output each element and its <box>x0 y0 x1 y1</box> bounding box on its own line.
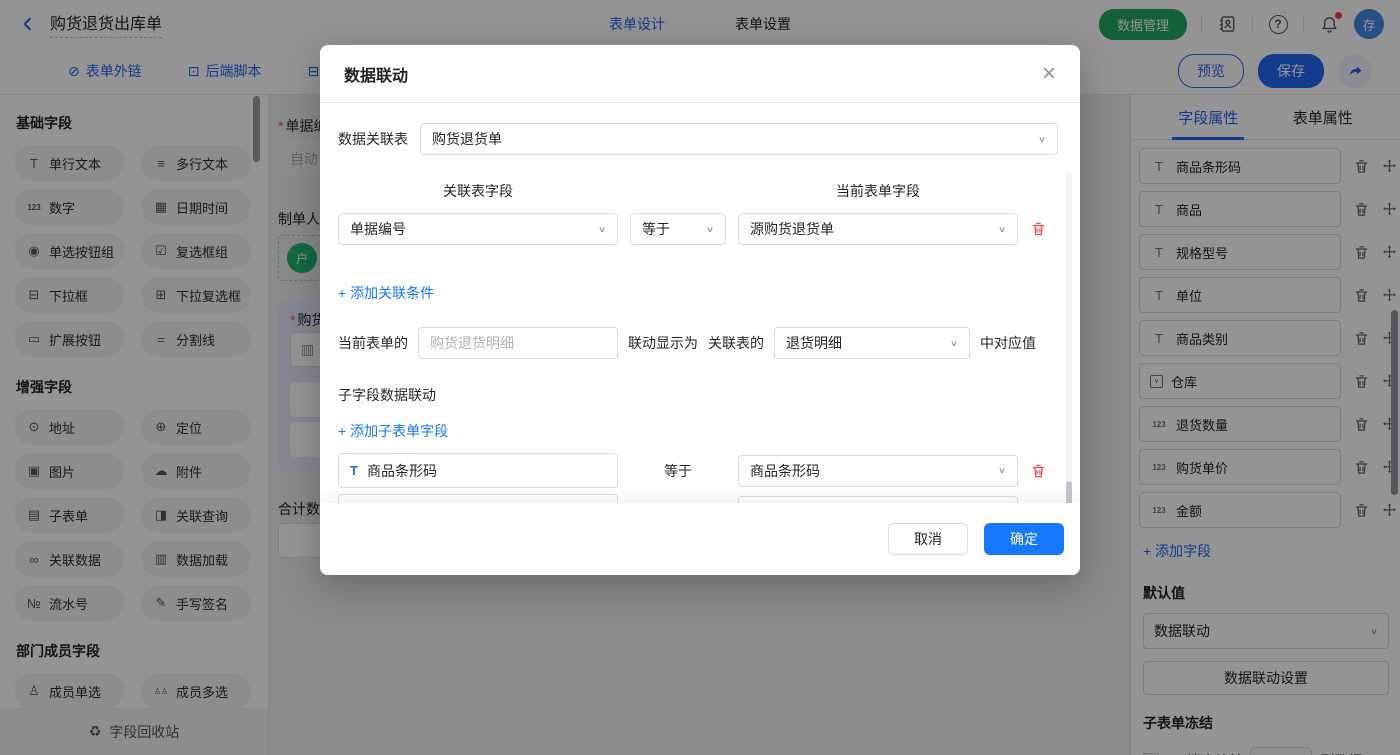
relation-table-row: 数据关联表 购货退货单 ∨ <box>338 123 1058 155</box>
chevron-down-icon: ∨ <box>1038 134 1046 144</box>
modal-body: 数据关联表 购货退货单 ∨ 关联表字段 当前表单字段 单据编号∨ 等于∨ 源购货… <box>320 103 1080 548</box>
operator-select[interactable]: 等于∨ <box>630 213 726 245</box>
chevron-down-icon: ∨ <box>598 224 606 234</box>
trash-icon[interactable] <box>1030 462 1047 480</box>
current-form-field-select[interactable]: 源购货退货单∨ <box>738 213 1018 245</box>
equals-label: 等于 <box>630 461 726 481</box>
modal-title: 数据联动 <box>344 62 408 86</box>
subfield-row: T商品条形码 等于 商品条形码∨ <box>338 453 1058 488</box>
relation-field-select[interactable]: 单据编号∨ <box>338 213 618 245</box>
relation-table-label: 数据关联表 <box>338 129 408 149</box>
subfield-linkage-title: 子字段数据联动 <box>338 385 1058 405</box>
col-header-current-form-field: 当前表单字段 <box>738 181 1018 201</box>
text-icon: T <box>350 463 358 478</box>
confirm-button[interactable]: 确定 <box>984 523 1064 555</box>
trash-icon[interactable] <box>1030 220 1047 238</box>
chevron-down-icon: ∨ <box>998 466 1006 476</box>
display-prefix: 当前表单的 <box>338 333 408 353</box>
display-suffix: 中对应值 <box>980 333 1036 353</box>
col-header-relation-field: 关联表字段 <box>338 181 618 201</box>
condition-headers: 关联表字段 当前表单字段 <box>338 181 1058 201</box>
chevron-down-icon: ∨ <box>706 224 714 234</box>
subform-name-input[interactable] <box>418 327 618 359</box>
chevron-down-icon: ∨ <box>998 224 1006 234</box>
condition-row: 单据编号∨ 等于∨ 源购货退货单∨ <box>338 213 1058 245</box>
display-prefix2: 关联表的 <box>708 333 764 353</box>
data-linkage-modal: 数据联动 × 数据关联表 购货退货单 ∨ 关联表字段 当前表单字段 单据编号∨ … <box>320 45 1080 575</box>
app-root: 购货退货出库单 表单设计 表单设置 数据管理 ? 存 ⊘ 表单外链 <box>0 0 1400 755</box>
close-icon[interactable]: × <box>1042 62 1056 86</box>
display-config-row: 当前表单的 联动显示为 关联表的 退货明细∨ 中对应值 <box>338 327 1058 359</box>
relation-subform-select[interactable]: 退货明细∨ <box>774 327 970 359</box>
add-subform-field-link[interactable]: + 添加子表单字段 <box>338 421 448 441</box>
add-condition-link[interactable]: + 添加关联条件 <box>338 283 434 303</box>
subfield-source[interactable]: T商品条形码 <box>338 453 618 488</box>
subfield-target-select[interactable]: 商品条形码∨ <box>738 455 1018 487</box>
cancel-button[interactable]: 取消 <box>888 523 968 555</box>
modal-header: 数据联动 × <box>320 45 1080 103</box>
relation-table-select[interactable]: 购货退货单 ∨ <box>420 123 1058 155</box>
display-middle: 联动显示为 <box>628 333 698 353</box>
chevron-down-icon: ∨ <box>950 338 958 348</box>
modal-footer: 取消 确定 <box>320 503 1080 575</box>
